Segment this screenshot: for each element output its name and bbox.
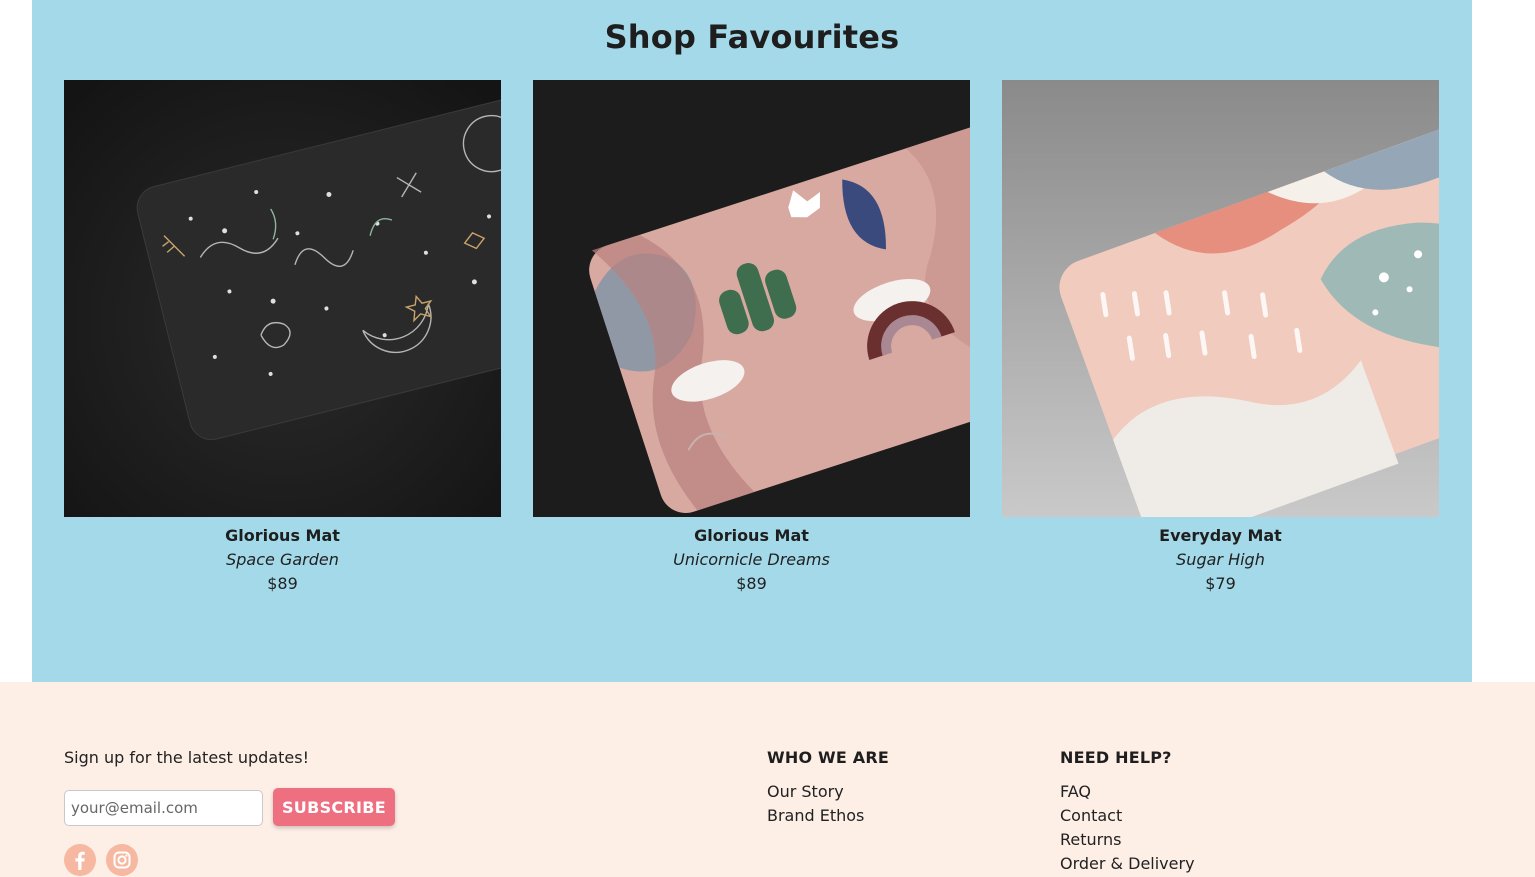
- product-card[interactable]: Glorious Mat Space Garden $89: [64, 80, 501, 594]
- product-image-sugar-high[interactable]: [1002, 80, 1439, 517]
- product-image-unicornicle-dreams[interactable]: [533, 80, 970, 517]
- need-help-heading: NEED HELP?: [1060, 748, 1172, 767]
- product-price: $89: [267, 574, 298, 593]
- email-field[interactable]: [64, 790, 263, 826]
- footer-link-contact[interactable]: Contact: [1060, 804, 1195, 828]
- product-name[interactable]: Glorious Mat: [64, 526, 501, 546]
- shop-favourites-section: Shop Favourites Glorious Mat Space Garde…: [32, 0, 1472, 682]
- product-price: $89: [736, 574, 767, 593]
- product-card[interactable]: Everyday Mat Sugar High $79: [1002, 80, 1439, 594]
- section-title: Shop Favourites: [604, 18, 900, 56]
- footer-link-order-delivery[interactable]: Order & Delivery: [1060, 852, 1195, 876]
- product-name[interactable]: Everyday Mat: [1002, 526, 1439, 546]
- who-we-are-links: Our Story Brand Ethos: [767, 780, 864, 828]
- product-card[interactable]: Glorious Mat Unicornicle Dreams $89: [533, 80, 970, 594]
- product-image-space-garden[interactable]: [64, 80, 501, 517]
- footer-link-returns[interactable]: Returns: [1060, 828, 1195, 852]
- product-variant: Unicornicle Dreams: [673, 550, 830, 569]
- product-price: $79: [1205, 574, 1236, 593]
- footer-link-brand-ethos[interactable]: Brand Ethos: [767, 804, 864, 828]
- product-name[interactable]: Glorious Mat: [533, 526, 970, 546]
- product-variant: Space Garden: [226, 550, 339, 569]
- product-variant: Sugar High: [1176, 550, 1265, 569]
- footer-link-faq[interactable]: FAQ: [1060, 780, 1195, 804]
- subscribe-button[interactable]: SUBSCRIBE: [273, 788, 395, 826]
- facebook-icon[interactable]: [64, 844, 96, 876]
- who-we-are-heading: WHO WE ARE: [767, 748, 889, 767]
- instagram-icon[interactable]: [106, 844, 138, 876]
- newsletter-label: Sign up for the latest updates!: [64, 748, 309, 767]
- site-footer: Sign up for the latest updates! SUBSCRIB…: [0, 682, 1535, 877]
- footer-link-our-story[interactable]: Our Story: [767, 780, 864, 804]
- need-help-links: FAQ Contact Returns Order & Delivery: [1060, 780, 1195, 876]
